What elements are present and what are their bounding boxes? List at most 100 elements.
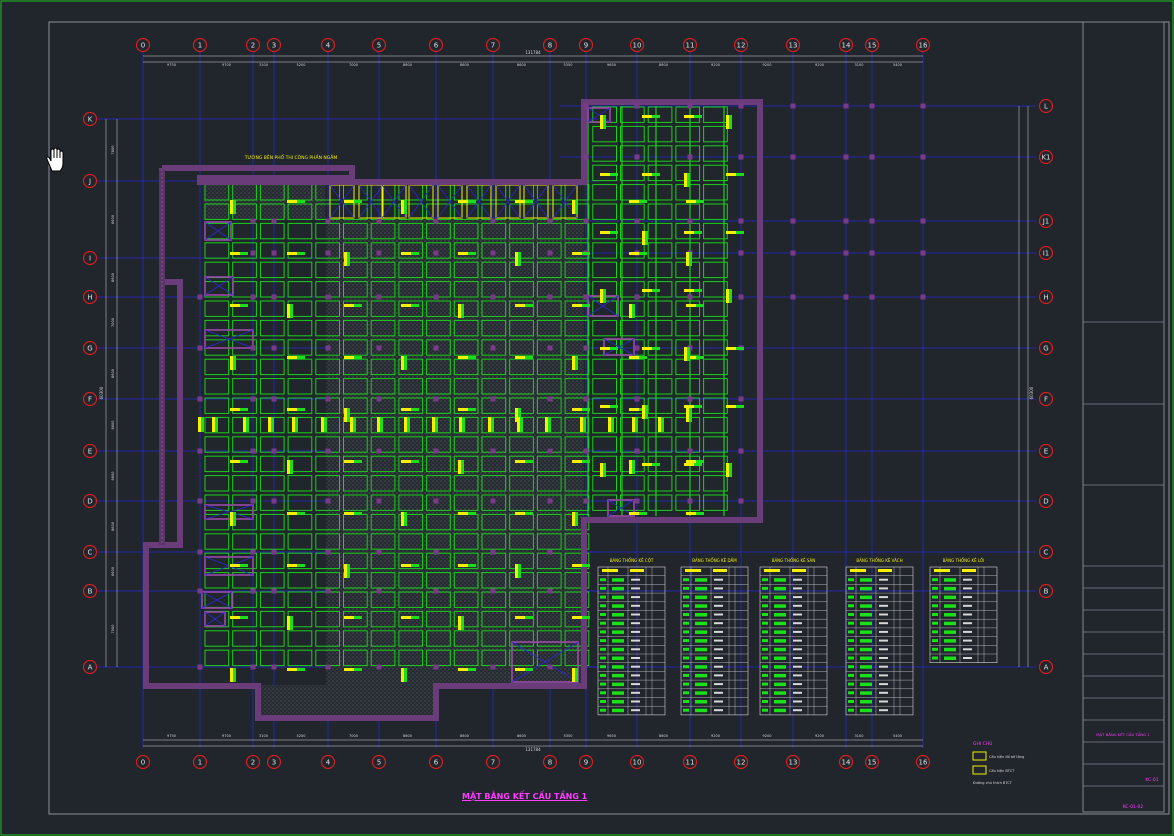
schedule-title-2: BẢNG THỐNG KÊ SÀN xyxy=(772,558,816,563)
schedule-cell-mark xyxy=(932,613,938,616)
column-tag xyxy=(292,417,295,432)
element-tag xyxy=(230,460,240,463)
grid-bubble-left-2: I xyxy=(89,255,91,263)
grid-bubble-right-10: B xyxy=(1044,588,1049,596)
schedule-cell-mark xyxy=(774,613,786,617)
element-tag xyxy=(468,252,476,255)
schedule-cell-text xyxy=(714,691,723,694)
schedule-cell-text xyxy=(963,657,972,659)
column xyxy=(547,396,553,402)
schedule-cell-text xyxy=(793,613,802,616)
column xyxy=(197,345,203,351)
element-tag xyxy=(572,564,582,567)
schedule-cell-text xyxy=(879,639,888,642)
element-tag xyxy=(575,200,578,214)
element-tag xyxy=(686,200,696,203)
schedule-cell-text xyxy=(793,639,802,642)
column xyxy=(325,664,331,670)
dim-spacing-top: 5200 xyxy=(297,63,306,67)
column xyxy=(738,294,744,300)
schedule-cell-mark xyxy=(612,647,624,652)
schedule-cell-mark xyxy=(612,708,624,713)
schedule-cell-text xyxy=(714,683,723,686)
schedule-cell-text xyxy=(631,648,640,651)
schedule-cell-text xyxy=(631,674,640,677)
schedule-cell-text xyxy=(714,630,723,633)
dim-spacing-left: 6600 xyxy=(111,215,115,224)
element-tag xyxy=(645,405,648,419)
column xyxy=(687,154,693,160)
schedule-cell-text xyxy=(793,622,802,625)
dim-spacing-top: 3100 xyxy=(855,63,864,67)
schedule-cell-text xyxy=(879,691,888,694)
element-tag xyxy=(297,252,305,255)
schedule-cell-mark xyxy=(695,647,707,652)
element-tag xyxy=(515,356,525,359)
schedule-cell-mark xyxy=(695,630,707,634)
schedule-cell-text xyxy=(631,622,640,625)
schedule-cell-mark xyxy=(774,647,786,652)
element-tag xyxy=(629,304,632,318)
element-tag xyxy=(582,460,590,463)
element-tag xyxy=(582,564,590,567)
element-tag xyxy=(461,460,464,474)
element-tag xyxy=(461,304,464,318)
schedule-cell-text xyxy=(714,596,723,599)
schedule-cell-mark xyxy=(848,604,854,608)
element-tag xyxy=(582,408,590,411)
dim-spacing-bottom: 9750 xyxy=(167,734,176,738)
cad-drawing-canvas[interactable]: TƯỜNG BÊN PHỐ THI CÔNG PHẦN NGẦM 0011223… xyxy=(0,0,1174,836)
column xyxy=(325,549,331,555)
schedule-cell-mark xyxy=(860,586,872,591)
legend-item-2: Đường chú thích BTCT xyxy=(973,781,1013,785)
schedule-cell-mark xyxy=(612,595,624,600)
grid-bubble-top-14: 14 xyxy=(842,42,851,50)
grid-bubble-bottom-2: 2 xyxy=(251,759,255,767)
schedule-cell-mark xyxy=(683,665,689,669)
dim-spacing-top: 8600 xyxy=(517,63,526,67)
schedule-cell-mark xyxy=(695,691,707,695)
dim-spacing-top: 5400 xyxy=(893,63,902,67)
dim-spacing-top: 8600 xyxy=(659,63,668,67)
dim-spacing-bottom: 8600 xyxy=(517,734,526,738)
column xyxy=(738,448,744,454)
element-tag xyxy=(401,616,411,619)
column xyxy=(250,345,256,351)
column xyxy=(376,250,382,256)
schedule-cell-text xyxy=(793,700,802,703)
schedule-cell-mark xyxy=(683,630,689,634)
schedule-cell-text xyxy=(879,578,888,581)
schedule-cell-mark xyxy=(860,630,872,634)
column xyxy=(869,218,875,224)
grid-bubble-left-1: J xyxy=(88,178,91,186)
schedule-cell-text xyxy=(714,648,723,651)
grid-bubble-top-0: 0 xyxy=(141,42,145,50)
grid-bubble-right-5: G xyxy=(1043,345,1048,353)
element-tag xyxy=(525,616,533,619)
element-tag xyxy=(458,304,461,318)
element-tag xyxy=(401,564,411,567)
element-tag xyxy=(736,173,744,176)
schedule-cell-text xyxy=(879,604,888,607)
schedule-header-mark xyxy=(764,569,780,572)
column-tag xyxy=(545,417,548,432)
element-tag xyxy=(694,405,702,408)
schedule-cell-mark xyxy=(600,700,606,703)
element-tag xyxy=(354,200,362,203)
element-tag xyxy=(686,304,696,307)
column xyxy=(376,498,382,504)
element-tag xyxy=(572,304,582,307)
column xyxy=(634,498,640,504)
dim-spacing-left: 7000 xyxy=(111,625,115,634)
dim-spacing-bottom: 9200 xyxy=(763,734,772,738)
element-tag xyxy=(572,668,575,682)
schedule-cell-mark xyxy=(695,656,707,660)
schedule-cell-mark xyxy=(860,665,872,669)
element-tag xyxy=(525,200,533,203)
element-tag xyxy=(696,356,704,359)
element-tag xyxy=(347,564,350,578)
grid-bubble-bottom-10: 10 xyxy=(633,759,642,767)
sheet-name: MẶT BẰNG KẾT CẤU TẦNG 1 xyxy=(1096,731,1150,737)
element-tag xyxy=(515,304,525,307)
drawing-title: MẶT BẰNG KẾT CẤU TẦNG 1 xyxy=(462,792,588,801)
